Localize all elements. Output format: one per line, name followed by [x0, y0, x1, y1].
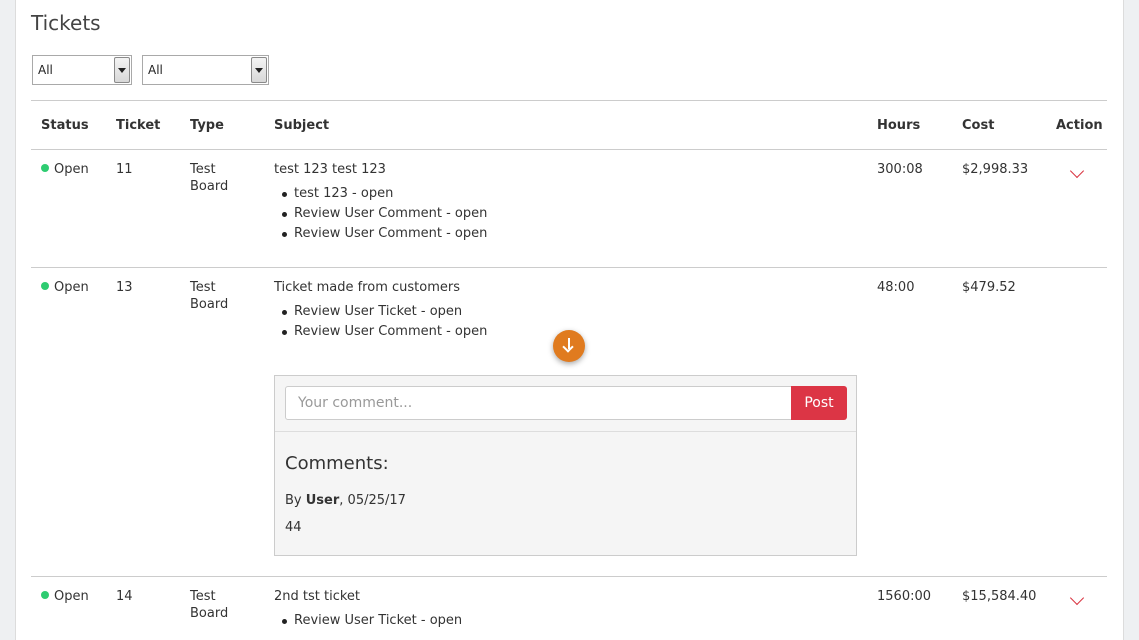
- list-item: Review User Ticket - open: [274, 302, 487, 322]
- hours-value: 48:00: [877, 280, 915, 295]
- post-button[interactable]: Post: [791, 386, 847, 420]
- chevron-down-icon[interactable]: [1069, 163, 1085, 179]
- hours-value: 300:08: [877, 162, 923, 177]
- cost-value: $2,998.33: [962, 162, 1029, 177]
- column-header-status[interactable]: Status: [41, 118, 89, 133]
- ticket-type: Test Board: [190, 279, 228, 313]
- ticket-number: 13: [116, 280, 133, 295]
- column-header-cost[interactable]: Cost: [962, 118, 994, 133]
- status-dot-icon: [41, 282, 49, 290]
- chevron-down-icon: [251, 57, 267, 83]
- subject-title[interactable]: Ticket made from customers: [274, 279, 487, 296]
- status-dot-icon: [41, 164, 49, 172]
- ticket-number: 11: [116, 162, 133, 177]
- comment-panel: Post Comments: By User, 05/25/17 44: [274, 375, 857, 556]
- subtask-list: Review User Ticket - open Review User Co…: [274, 302, 487, 342]
- comment-meta: By User, 05/25/17: [285, 493, 406, 508]
- status-badge: Open: [41, 161, 89, 178]
- status-label: Open: [54, 162, 89, 177]
- subject-title[interactable]: 2nd tst ticket: [274, 588, 462, 605]
- chevron-down-icon[interactable]: [1069, 590, 1085, 606]
- subtask-list: Review User Ticket - open: [274, 611, 462, 631]
- scroll-down-button[interactable]: [553, 330, 585, 362]
- status-filter-value: All: [38, 63, 53, 77]
- list-item: Review User Comment - open: [274, 204, 487, 224]
- type-filter-value: All: [148, 63, 163, 77]
- ticket-subject: test 123 test 123 test 123 - open Review…: [274, 161, 487, 244]
- divider: [31, 576, 1107, 577]
- ticket-type: Test Board: [190, 588, 228, 622]
- ticket-type: Test Board: [190, 161, 228, 195]
- cost-value: $479.52: [962, 280, 1016, 295]
- subtask-list: test 123 - open Review User Comment - op…: [274, 184, 487, 244]
- type-line: Test: [190, 589, 216, 604]
- type-line: Test: [190, 280, 216, 295]
- column-header-type[interactable]: Type: [190, 118, 224, 133]
- column-header-hours[interactable]: Hours: [877, 118, 920, 133]
- status-label: Open: [54, 589, 89, 604]
- comment-form: Post: [275, 376, 856, 432]
- list-item: Review User Comment - open: [274, 322, 487, 342]
- comment-input[interactable]: [285, 386, 792, 420]
- hours-value: 1560:00: [877, 589, 932, 604]
- column-header-subject[interactable]: Subject: [274, 118, 329, 133]
- status-label: Open: [54, 280, 89, 295]
- divider: [31, 267, 1107, 268]
- tickets-card: Tickets All All Status Ticket Type Subje…: [15, 0, 1124, 640]
- comments-heading: Comments:: [285, 453, 389, 474]
- status-filter-select[interactable]: All: [32, 55, 132, 85]
- list-item: test 123 - open: [274, 184, 487, 204]
- type-line: Board: [190, 297, 229, 312]
- comment-by-prefix: By: [285, 493, 306, 508]
- type-line: Board: [190, 179, 229, 194]
- status-badge: Open: [41, 279, 89, 296]
- list-item: Review User Comment - open: [274, 224, 487, 244]
- divider: [31, 149, 1107, 150]
- subject-title[interactable]: test 123 test 123: [274, 161, 487, 178]
- ticket-number: 14: [116, 589, 133, 604]
- type-line: Board: [190, 606, 229, 621]
- type-filter-select[interactable]: All: [142, 55, 269, 85]
- column-header-ticket[interactable]: Ticket: [116, 118, 160, 133]
- status-badge: Open: [41, 588, 89, 605]
- comment-author: User: [305, 493, 340, 508]
- status-dot-icon: [41, 591, 49, 599]
- type-line: Test: [190, 162, 216, 177]
- ticket-subject: 2nd tst ticket Review User Ticket - open: [274, 588, 462, 631]
- page-title: Tickets: [31, 11, 101, 35]
- arrow-down-icon-head: [562, 341, 574, 353]
- chevron-down-icon: [114, 57, 130, 83]
- divider: [31, 100, 1107, 101]
- ticket-subject: Ticket made from customers Review User T…: [274, 279, 487, 342]
- cost-value: $15,584.40: [962, 589, 1037, 604]
- column-header-action: Action: [1056, 118, 1103, 133]
- comment-text: 44: [285, 520, 302, 535]
- list-item: Review User Ticket - open: [274, 611, 462, 631]
- comment-date: , 05/25/17: [339, 493, 406, 508]
